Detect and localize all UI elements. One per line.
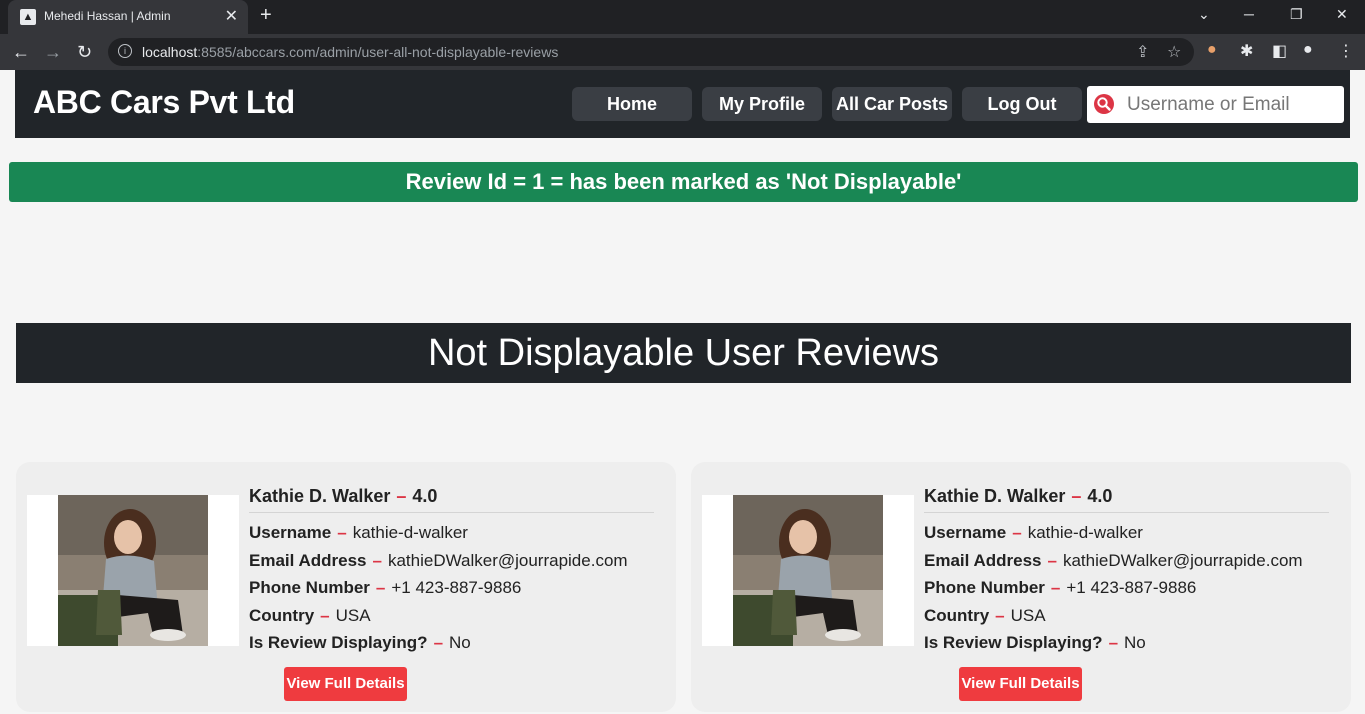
reviewer-photo xyxy=(733,495,883,646)
address-bar[interactable]: i localhost:8585/abccars.com/admin/user-… xyxy=(108,38,1194,66)
separator-dash: – xyxy=(1071,486,1082,506)
username-value: kathie-d-walker xyxy=(352,523,468,542)
displaying-row: Is Review Displaying? – No xyxy=(249,633,471,652)
window-close-icon[interactable]: ✕ xyxy=(1336,6,1348,23)
browser-tab[interactable]: ▲ Mehedi Hassan | Admin ✕ xyxy=(8,0,248,34)
username-row: Username – kathie-d-walker xyxy=(924,523,1143,542)
username-value: kathie-d-walker xyxy=(1027,523,1143,542)
search-icon[interactable] xyxy=(1093,93,1115,115)
tab-close-icon[interactable]: ✕ xyxy=(225,6,238,26)
displaying-value: No xyxy=(1124,633,1146,652)
browser-menu-icon[interactable]: ⋮ xyxy=(1338,41,1354,61)
site-favicon-icon: ▲ xyxy=(20,9,36,25)
country-value: USA xyxy=(1010,605,1046,625)
email-value: kathieDWalker@jourrapide.com xyxy=(1062,550,1303,570)
profile-avatar-icon[interactable]: ● xyxy=(1303,41,1313,59)
reviewer-name: Kathie D. Walker xyxy=(249,486,391,506)
review-rating: 4.0 xyxy=(1087,486,1113,506)
site-header: ABC Cars Pvt Ltd Home My Profile All Car… xyxy=(15,70,1350,138)
review-card: Kathie D. Walker –4.0 Username – kathie-d-w… xyxy=(691,462,1351,712)
forward-icon[interactable]: → xyxy=(44,41,62,63)
view-full-details-button[interactable]: View Full Details xyxy=(959,667,1082,701)
country-row: Country – USA xyxy=(249,605,371,625)
displaying-row: Is Review Displaying? – No xyxy=(924,633,1146,652)
phone-row: Phone Number – +1 423-887-9886 xyxy=(249,578,522,597)
displaying-value: No xyxy=(449,633,471,652)
email-row: Email Address – kathieDWalker@jourrapide.c… xyxy=(924,550,1303,570)
cookie-extension-icon[interactable]: ● xyxy=(1207,41,1217,59)
new-tab-icon[interactable]: + xyxy=(260,4,272,27)
share-icon[interactable]: ⇪ xyxy=(1136,42,1149,62)
side-panel-icon[interactable]: ◧ xyxy=(1272,41,1287,61)
review-info: Kathie D. Walker –4.0 Username – kathie-d-w… xyxy=(249,482,654,657)
url-text[interactable]: localhost:8585/abccars.com/admin/user-al… xyxy=(142,44,558,60)
email-value: kathieDWalker@jourrapide.com xyxy=(387,550,628,570)
brand-logo-text[interactable]: ABC Cars Pvt Ltd xyxy=(33,84,295,121)
reviewer-name-line: Kathie D. Walker –4.0 xyxy=(249,482,654,513)
nav-my-profile-button[interactable]: My Profile xyxy=(702,87,822,121)
tab-title: Mehedi Hassan | Admin xyxy=(44,9,171,23)
nav-home-button[interactable]: Home xyxy=(572,87,692,121)
extensions-puzzle-icon[interactable]: ✱ xyxy=(1240,41,1253,61)
search-input[interactable] xyxy=(1123,86,1346,123)
site-info-icon[interactable]: i xyxy=(118,44,132,58)
phone-value: +1 423-887-9886 xyxy=(391,578,522,597)
phone-row: Phone Number – +1 423-887-9886 xyxy=(924,578,1197,597)
tab-search-chevron-icon[interactable]: ⌄ xyxy=(1198,6,1210,23)
username-row: Username – kathie-d-walker xyxy=(249,523,468,542)
reviewer-photo-frame xyxy=(702,495,914,646)
country-row: Country – USA xyxy=(924,605,1046,625)
browser-toolbar: ← → ↻ i localhost:8585/abccars.com/admin… xyxy=(0,34,1365,70)
nav-all-car-posts-button[interactable]: All Car Posts xyxy=(832,87,952,121)
maximize-icon[interactable]: ❐ xyxy=(1290,6,1303,23)
country-value: USA xyxy=(335,605,371,625)
back-icon[interactable]: ← xyxy=(12,41,30,63)
nav-log-out-button[interactable]: Log Out xyxy=(962,87,1082,121)
review-rating: 4.0 xyxy=(412,486,438,506)
section-title: Not Displayable User Reviews xyxy=(16,323,1351,383)
review-info: Kathie D. Walker –4.0 Username – kathie-d-w… xyxy=(924,482,1329,657)
minimize-icon[interactable]: ─ xyxy=(1244,6,1254,22)
bookmark-star-icon[interactable]: ☆ xyxy=(1167,42,1181,62)
success-alert: Review Id = 1 = has been marked as 'Not … xyxy=(9,162,1358,202)
browser-tab-strip: ▲ Mehedi Hassan | Admin ✕ + ⌄ ─ ❐ ✕ xyxy=(0,0,1365,34)
reviewer-name-line: Kathie D. Walker –4.0 xyxy=(924,482,1329,513)
view-full-details-button[interactable]: View Full Details xyxy=(284,667,407,701)
user-search-box xyxy=(1087,86,1346,123)
review-card: Kathie D. Walker –4.0 Username – kathie-d-w… xyxy=(16,462,676,712)
reviewer-photo-frame xyxy=(27,495,239,646)
reviewer-name: Kathie D. Walker xyxy=(924,486,1066,506)
reviewer-photo xyxy=(58,495,208,646)
phone-value: +1 423-887-9886 xyxy=(1066,578,1197,597)
reload-icon[interactable]: ↻ xyxy=(77,41,92,63)
separator-dash: – xyxy=(396,486,407,506)
email-row: Email Address – kathieDWalker@jourrapide.c… xyxy=(249,550,628,570)
